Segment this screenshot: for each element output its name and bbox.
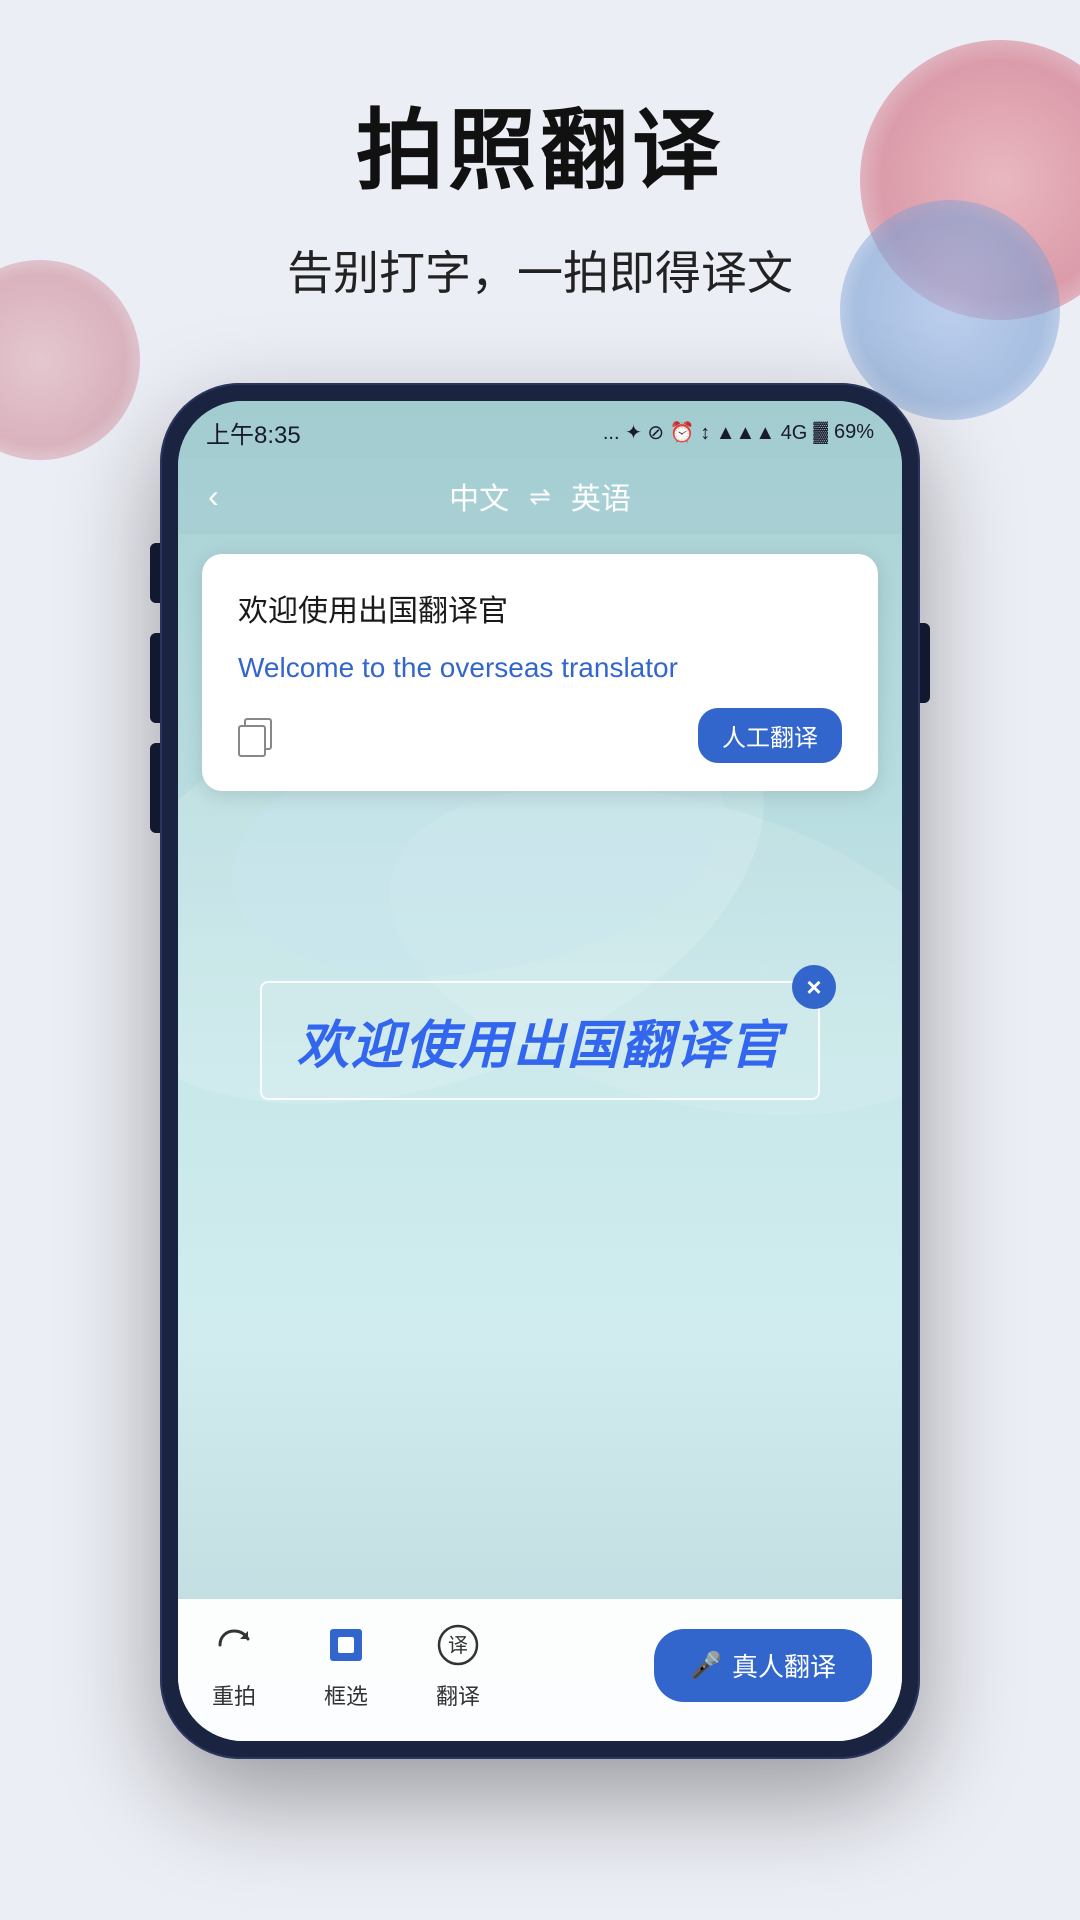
svg-text:译: 译 xyxy=(448,1634,468,1657)
real-translate-button[interactable]: 🎤 真人翻译 xyxy=(654,1629,872,1702)
sub-title: 告别打字，一拍即得译文 xyxy=(287,237,793,303)
select-icon xyxy=(320,1619,372,1671)
mute-button xyxy=(150,543,160,603)
ocr-box: 欢迎使用出国翻译官 × xyxy=(260,981,820,1100)
source-text: 欢迎使用出国翻译官 xyxy=(238,586,842,630)
translate-icon: 译 xyxy=(432,1619,484,1671)
source-language[interactable]: 中文 xyxy=(449,474,509,518)
retake-icon xyxy=(208,1619,260,1671)
select-label: 框选 xyxy=(324,1679,368,1711)
translation-result: Welcome to the overseas translator xyxy=(238,652,842,684)
ocr-close-button[interactable]: × xyxy=(792,965,836,1009)
phone-mockup: 上午8:35 ... ✦ ⊘ ⏰ ↕ ▲▲▲ 4G ▓ 69% ‹ 中文 ⇌ 英… xyxy=(160,383,920,1759)
real-translate-icon: 🎤 xyxy=(690,1650,722,1681)
battery-percent: 69% xyxy=(834,421,874,444)
swap-language-button[interactable]: ⇌ xyxy=(529,481,551,512)
target-language[interactable]: 英语 xyxy=(571,474,631,518)
back-button[interactable]: ‹ xyxy=(208,478,219,515)
status-bar: 上午8:35 ... ✦ ⊘ ⏰ ↕ ▲▲▲ 4G ▓ 69% xyxy=(178,401,902,458)
status-time: 上午8:35 xyxy=(206,415,301,450)
translate-button[interactable]: 译 翻译 xyxy=(432,1619,484,1711)
human-translate-button[interactable]: 人工翻译 xyxy=(698,708,842,763)
bottom-toolbar: 重拍 框选 xyxy=(178,1599,902,1741)
translation-card: 欢迎使用出国翻译官 Welcome to the overseas transl… xyxy=(202,554,878,791)
card-footer: 人工翻译 xyxy=(238,708,842,763)
select-button[interactable]: 框选 xyxy=(320,1619,372,1711)
power-button xyxy=(920,623,930,703)
ocr-selection-area: 欢迎使用出国翻译官 × xyxy=(260,981,820,1100)
status-icons: ... ✦ ⊘ ⏰ ↕ ▲▲▲ 4G ▓ 69% xyxy=(603,420,874,445)
signal-icons: ... ✦ ⊘ ⏰ ↕ ▲▲▲ 4G xyxy=(603,420,808,445)
nav-bar: ‹ 中文 ⇌ 英语 xyxy=(178,458,902,534)
main-title: 拍照翻译 xyxy=(356,80,724,207)
retake-button[interactable]: 重拍 xyxy=(208,1619,260,1711)
ocr-text: 欢迎使用出国翻译官 xyxy=(292,1003,788,1078)
volume-up-button xyxy=(150,633,160,723)
toolbar-actions: 重拍 框选 xyxy=(208,1619,484,1711)
real-translate-label: 真人翻译 xyxy=(732,1647,836,1684)
retake-label: 重拍 xyxy=(212,1679,256,1711)
translate-label: 翻译 xyxy=(436,1679,480,1711)
battery-icon: ▓ xyxy=(813,421,828,444)
volume-down-button xyxy=(150,743,160,833)
copy-button[interactable] xyxy=(238,718,274,754)
